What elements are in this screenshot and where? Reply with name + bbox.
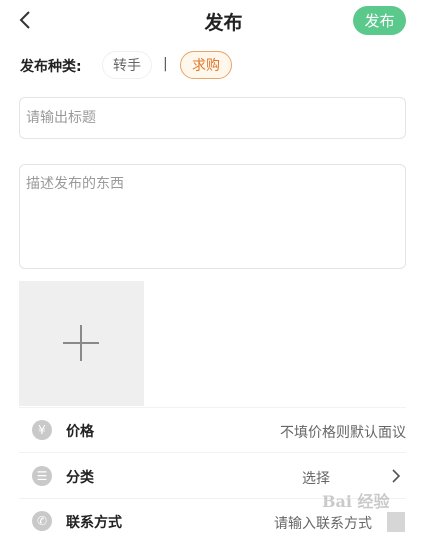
type-option-wanted[interactable]: 求购 (180, 51, 232, 79)
contact-label: 联系方式 (66, 515, 122, 531)
category-label: 分类 (66, 470, 94, 486)
contact-value: 请输入联系方式 (274, 516, 372, 532)
title-input[interactable] (19, 97, 406, 139)
header-bar: 发布 发布 (0, 0, 447, 42)
type-option-resell[interactable]: 转手 (102, 51, 152, 79)
post-type-label: 发布种类: (20, 59, 82, 75)
back-button[interactable] (14, 8, 38, 32)
publish-button[interactable]: 发布 (353, 6, 406, 35)
description-input[interactable] (19, 164, 406, 269)
yen-icon: ¥ (32, 420, 52, 440)
category-icon: ☰ (32, 466, 52, 486)
post-type-selector: 发布种类: 转手 | 求购 (20, 50, 420, 80)
chevron-left-icon (19, 11, 30, 29)
watermark-badge (387, 512, 405, 532)
chevron-right-icon (392, 469, 401, 483)
divider (19, 452, 406, 453)
baidu-logo: Bai 经验 (322, 492, 390, 511)
plus-icon (63, 325, 99, 361)
price-value: 不填价格则默认面议 (280, 425, 406, 441)
publish-page: 发布 发布 发布种类: 转手 | 求购 ¥ 价格 不填价格则默认面议 ☰ 分类 … (0, 0, 447, 543)
category-value: 选择 (302, 471, 330, 487)
type-separator: | (163, 56, 168, 72)
price-row[interactable]: ¥ 价格 不填价格则默认面议 (19, 408, 406, 452)
price-label: 价格 (66, 424, 94, 440)
add-photo-button[interactable] (19, 281, 144, 406)
phone-icon: ✆ (32, 511, 52, 531)
